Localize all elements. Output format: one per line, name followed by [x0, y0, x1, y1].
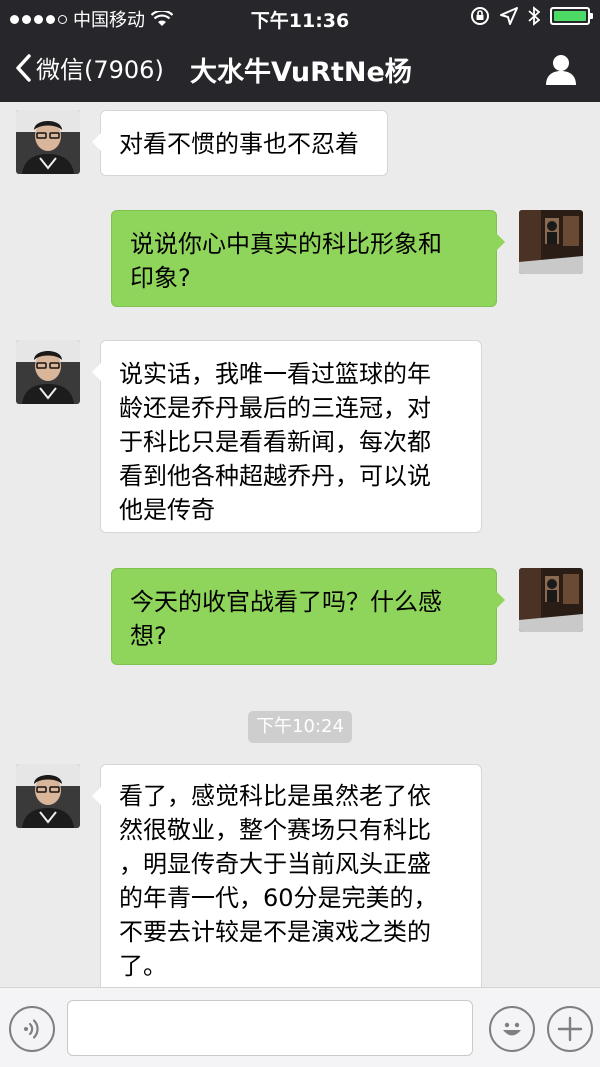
- message-line: 印象?: [130, 264, 191, 292]
- message-line: 的年青一代，60分是完美的，: [119, 884, 438, 912]
- message-line: 想?: [130, 622, 167, 650]
- contact-avatar[interactable]: [16, 764, 80, 828]
- voice-input-button[interactable]: [9, 1006, 55, 1052]
- plus-icon: [557, 1016, 583, 1042]
- message-line: 然很敬业，整个赛场只有科比: [119, 816, 431, 844]
- message-list[interactable]: 对看不惯的事也不忍着 说说你心中真实的科比形象和 印象? 说实话，我唯一看过篮球…: [0, 102, 600, 987]
- emoji-icon: [503, 1022, 521, 1036]
- contact-avatar[interactable]: [16, 110, 80, 174]
- message-line: 龄还是乔丹最后的三连冠，对: [119, 394, 431, 422]
- message-line: 说说你心中真实的科比形象和: [130, 230, 442, 258]
- status-icons: [470, 6, 593, 26]
- location-icon: [500, 7, 518, 25]
- battery-icon: [550, 7, 593, 25]
- chevron-left-icon: [16, 53, 31, 82]
- message-bubble-sent[interactable]: 说说你心中真实的科比形象和 印象?: [111, 210, 505, 307]
- message-bubble-sent[interactable]: 今天的收官战看了吗？什么感 想?: [111, 568, 505, 665]
- rotation-lock-icon: [471, 7, 489, 25]
- message-line: 看到他各种超越乔丹，可以说: [119, 462, 431, 490]
- message-line: 看了，感觉科比是虽然老了依: [119, 782, 431, 810]
- message-line: 不要去计较是不是演戏之类的: [119, 918, 431, 946]
- back-label: 微信(7906): [36, 56, 164, 84]
- message-line: 于科比只是看看新闻，每次都: [119, 428, 431, 456]
- my-avatar[interactable]: [519, 210, 583, 274]
- bluetooth-icon: [528, 6, 540, 26]
- message-line: 说实话，我唯一看过篮球的年: [119, 360, 431, 388]
- my-avatar[interactable]: [519, 568, 583, 632]
- message-text: 对看不惯的事也不忍着: [119, 130, 359, 158]
- message-bubble-received[interactable]: 看了，感觉科比是虽然老了依 然很敬业，整个赛场只有科比 ，明显传奇大于当前风头正…: [92, 764, 482, 987]
- input-toolbar: [0, 987, 600, 1067]
- chat-header: 微信(7906) 大水牛VuRtNe杨: [0, 34, 600, 102]
- message-input[interactable]: [67, 1000, 473, 1056]
- contact-info-icon[interactable]: [544, 52, 578, 86]
- more-button[interactable]: [547, 1006, 593, 1052]
- message-timestamp: 下午10:24: [248, 711, 352, 743]
- emoji-button[interactable]: [489, 1006, 535, 1052]
- status-bar: 中国移动 下午11:36: [0, 0, 600, 34]
- contact-avatar[interactable]: [16, 340, 80, 404]
- voice-icon: [24, 1019, 39, 1039]
- message-bubble-received[interactable]: 对看不惯的事也不忍着: [92, 110, 388, 176]
- back-button[interactable]: 微信(7906): [14, 50, 164, 85]
- message-line: 了。: [119, 952, 167, 980]
- message-line: ，明显传奇大于当前风头正盛: [119, 850, 431, 878]
- message-line: 今天的收官战看了吗？什么感: [130, 588, 442, 616]
- chat-title: 大水牛VuRtNe杨: [190, 57, 412, 88]
- message-line: 他是传奇: [119, 496, 215, 524]
- message-bubble-received[interactable]: 说实话，我唯一看过篮球的年 龄还是乔丹最后的三连冠，对 于科比只是看看新闻，每次…: [92, 340, 482, 533]
